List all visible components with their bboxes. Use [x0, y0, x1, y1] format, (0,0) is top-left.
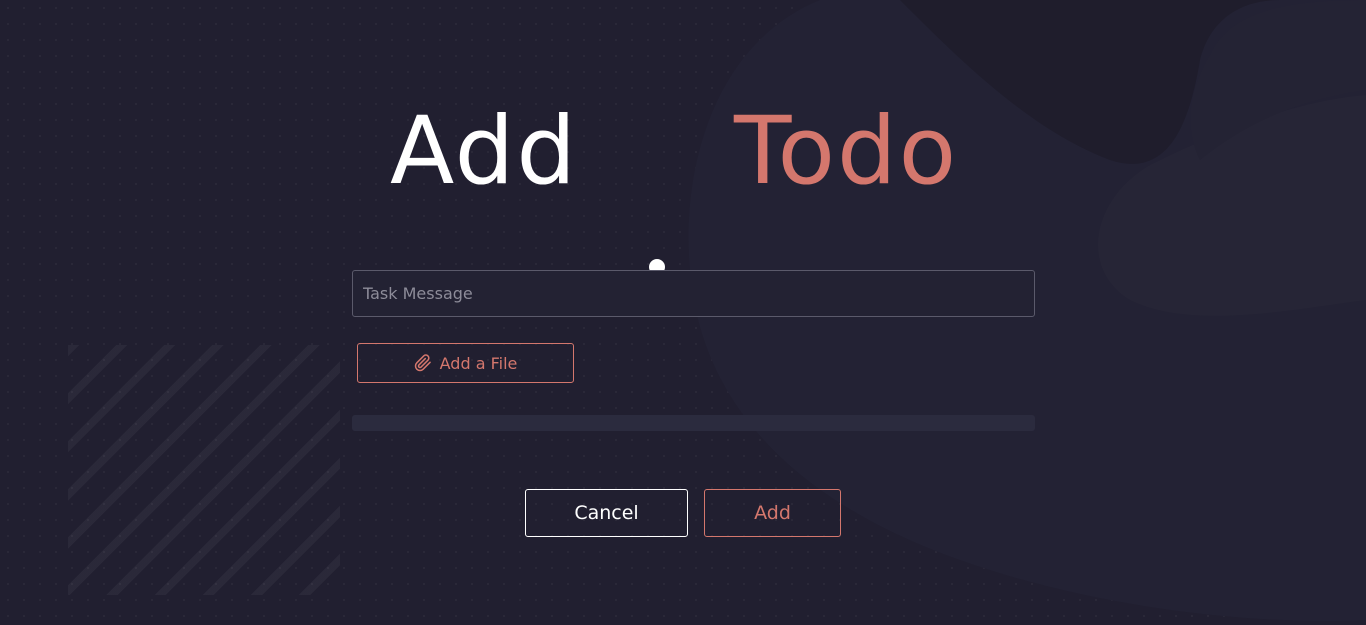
diagonal-stripes-decoration — [68, 345, 340, 595]
title-word-add: Add — [390, 97, 578, 206]
add-todo-page: Add Todo Add a File Cancel Add — [0, 0, 1366, 625]
add-file-button[interactable]: Add a File — [357, 343, 574, 383]
paperclip-icon — [414, 354, 432, 372]
cancel-button[interactable]: Cancel — [525, 489, 688, 537]
add-file-button-label: Add a File — [439, 353, 518, 373]
page-title: Add Todo — [0, 97, 1366, 275]
title-word-todo: Todo — [734, 97, 959, 206]
add-button[interactable]: Add — [704, 489, 841, 537]
upload-progress-bar — [352, 415, 1035, 431]
task-message-input[interactable] — [352, 270, 1035, 317]
